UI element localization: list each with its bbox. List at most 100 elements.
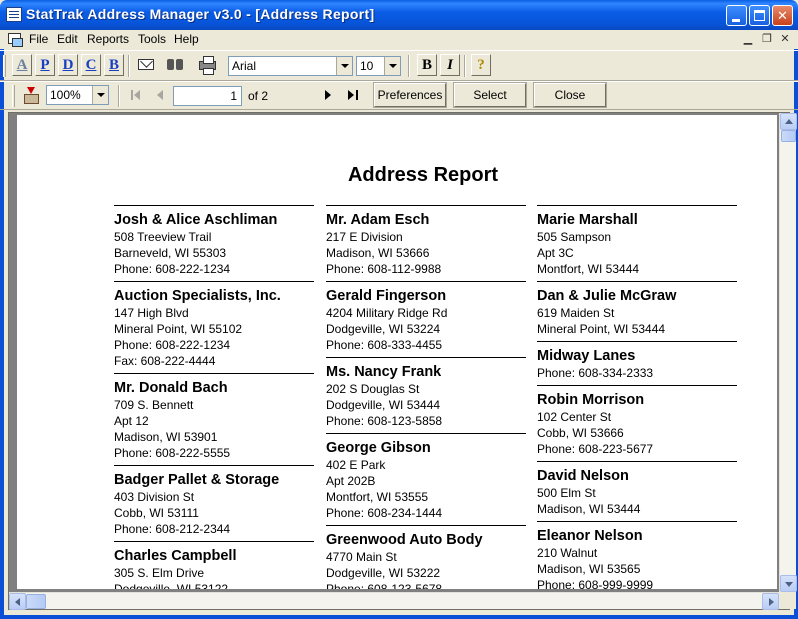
bold-button[interactable]: B (417, 54, 437, 76)
contact-name: Mr. Adam Esch (326, 212, 430, 228)
page-number-input[interactable]: 1 (173, 86, 242, 106)
zoom-select[interactable]: 100% (46, 85, 109, 105)
select-button[interactable]: Select (453, 82, 527, 108)
address-entry: Mr. Adam Esch 217 E Division Madison, WI 5… (326, 205, 526, 281)
contact-name: Midway Lanes (537, 348, 636, 364)
address-line: Phone: 608-334-2333 (537, 366, 654, 380)
address-entry: Midway Lanes Phone: 608-334-2333 (537, 341, 737, 385)
address-line: 305 S. Elm Drive (114, 566, 205, 580)
last-page-icon[interactable] (346, 88, 358, 100)
window-frame-left (0, 30, 4, 619)
help-button[interactable]: ? (471, 54, 491, 76)
mdi-restore-icon[interactable]: ❐ (760, 33, 774, 46)
address-line: Montfort, WI 53444 (537, 262, 640, 276)
address-entry: Charles Campbell 305 S. Elm Drive Dodgevil… (114, 541, 314, 589)
scroll-down-icon[interactable] (780, 575, 797, 592)
menu-edit[interactable]: Edit (57, 32, 78, 46)
report-column-1: Josh & Alice Aschliman 508 Treeview Trail… (114, 205, 314, 589)
contact-name: Ms. Nancy Frank (326, 364, 442, 380)
close-preview-button[interactable]: Close (533, 82, 607, 108)
menu-help[interactable]: Help (174, 32, 199, 46)
toolbar-separator (128, 55, 130, 77)
address-line: 217 E Division (326, 230, 403, 244)
address-line: Apt 3C (537, 246, 574, 260)
print-button[interactable] (196, 54, 220, 76)
address-line: Mineral Point, WI 55102 (114, 322, 243, 336)
horizontal-scroll-thumb[interactable] (26, 594, 46, 609)
page-count-label: of 2 (248, 89, 269, 103)
report-viewport[interactable]: Address Report Josh & Alice Aschliman 508… (8, 112, 797, 610)
close-window-button[interactable]: ✕ (772, 5, 793, 26)
title-bar[interactable]: StatTrak Address Manager v3.0 - [Address… (0, 0, 798, 30)
address-line: Phone: 608-999-9999 (537, 578, 654, 589)
window-title: StatTrak Address Manager v3.0 - [Address… (26, 6, 375, 22)
scroll-right-icon[interactable] (762, 593, 779, 610)
address-line: 210 Walnut (537, 546, 598, 560)
mdi-close-icon[interactable]: ✕ (778, 33, 792, 46)
toolbar-grip[interactable] (12, 85, 15, 107)
letter-button-d[interactable]: D (58, 54, 78, 76)
address-line: Phone: 608-123-5858 (326, 414, 443, 428)
address-line: 403 Division St (114, 490, 195, 504)
next-page-icon[interactable] (322, 88, 334, 100)
mdi-minimize-icon[interactable]: ▁ (741, 33, 755, 46)
address-line: Madison, WI 53444 (537, 502, 641, 516)
address-line: Fax: 608-222-4444 (114, 354, 216, 368)
scroll-left-icon[interactable] (9, 593, 26, 610)
export-button[interactable] (20, 84, 44, 106)
font-size-select[interactable]: 10 (356, 56, 401, 76)
chevron-down-icon[interactable] (92, 86, 108, 104)
italic-button[interactable]: I (440, 54, 460, 76)
address-entry: Josh & Alice Aschliman 508 Treeview Trail… (114, 205, 314, 281)
menu-reports[interactable]: Reports (87, 32, 129, 46)
maximize-icon (754, 10, 765, 21)
address-line: Phone: 608-234-1444 (326, 506, 443, 520)
envelope-icon (138, 59, 154, 70)
maximize-button[interactable] (749, 5, 770, 26)
chevron-down-icon[interactable] (384, 57, 400, 75)
document-icon[interactable] (8, 33, 23, 47)
minimize-button[interactable] (726, 5, 747, 26)
address-entry: Robin Morrison 102 Center St Cobb, WI 5366… (537, 385, 737, 461)
vertical-scrollbar[interactable] (779, 113, 797, 592)
letter-button-c[interactable]: C (81, 54, 101, 76)
font-select[interactable]: Arial (228, 56, 353, 76)
address-line: Madison, WI 53565 (537, 562, 641, 576)
scroll-up-icon[interactable] (780, 113, 797, 130)
menu-file[interactable]: File (29, 32, 48, 46)
first-page-icon[interactable] (131, 88, 143, 100)
window-frame-bottom (0, 615, 798, 619)
email-button[interactable] (134, 54, 158, 76)
toolbar-grip[interactable] (3, 55, 6, 77)
toolbar-separator (408, 55, 410, 77)
address-entry: Marie Marshall 505 Sampson Apt 3C Montfort,… (537, 205, 737, 281)
contact-name: David Nelson (537, 468, 629, 484)
contact-name: Charles Campbell (114, 548, 237, 564)
contact-name: Mr. Donald Bach (114, 380, 228, 396)
address-line: 508 Treeview Trail (114, 230, 212, 244)
address-line: 202 S Douglas St (326, 382, 420, 396)
letter-button-b[interactable]: B (104, 54, 124, 76)
app-icon[interactable] (6, 7, 22, 22)
letter-button-a[interactable]: A (12, 54, 32, 76)
help-icon: ? (477, 57, 485, 73)
letter-button-p[interactable]: P (35, 54, 55, 76)
menu-tools[interactable]: Tools (138, 32, 166, 46)
preferences-button[interactable]: Preferences (373, 82, 447, 108)
contact-name: Badger Pallet & Storage (114, 472, 280, 488)
contact-name: Auction Specialists, Inc. (114, 288, 281, 304)
horizontal-scrollbar[interactable] (9, 592, 779, 610)
address-line: Phone: 608-212-2344 (114, 522, 231, 536)
find-button[interactable] (164, 54, 188, 76)
vertical-scroll-thumb[interactable] (781, 130, 796, 142)
font-size-value: 10 (360, 59, 374, 73)
address-line: 402 E Park (326, 458, 386, 472)
address-line: Phone: 608-222-1234 (114, 262, 231, 276)
address-line: Montfort, WI 53555 (326, 490, 429, 504)
report-title: Address Report (347, 164, 499, 186)
address-line: Dodgeville, WI 53224 (326, 322, 441, 336)
chevron-down-icon[interactable] (336, 57, 352, 75)
minimize-icon (732, 19, 740, 22)
previous-page-icon[interactable] (155, 88, 167, 100)
address-entry: Greenwood Auto Body 4770 Main St Dodgevill… (326, 525, 526, 589)
